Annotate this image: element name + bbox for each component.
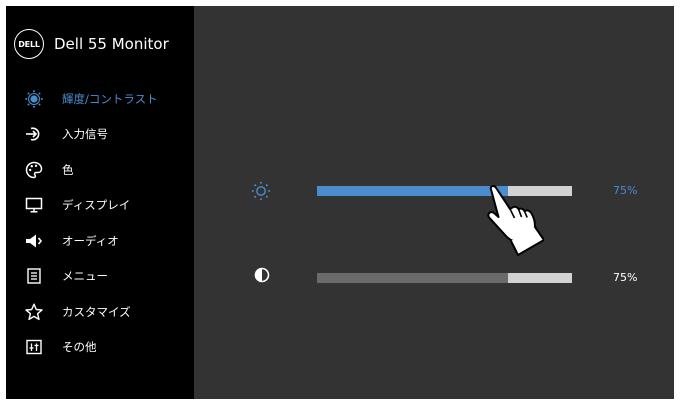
brightness-icon [251, 181, 271, 201]
hand-pointer-icon [487, 185, 544, 256]
menu-label-others: その他 [62, 340, 97, 355]
menu-label-display: ディスプレイ [62, 198, 131, 213]
main-menu: 輝度/コントラスト 入力信号 色 ディスプレイ オーディオ メニュー カスタマイ… [6, 81, 194, 365]
menu-label-input-source: 入力信号 [62, 127, 108, 142]
display-icon [25, 196, 43, 214]
menu-item-customize[interactable]: カスタマイズ [6, 294, 194, 330]
menu-item-color[interactable]: 色 [6, 152, 194, 188]
brightness-value: 75% [613, 184, 638, 197]
menu-label-brightness-contrast: 輝度/コントラスト [62, 91, 158, 106]
star-icon [25, 303, 43, 321]
menu-label-audio: オーディオ [62, 233, 119, 248]
monitor-title: Dell 55 Monitor [54, 35, 169, 53]
menu-item-brightness-contrast[interactable]: 輝度/コントラスト [6, 81, 194, 117]
contrast-slider[interactable] [317, 273, 572, 283]
brightness-icon [25, 89, 43, 108]
dell-logo: DELL [14, 29, 44, 59]
color-palette-icon [25, 161, 43, 179]
sidebar: DELL Dell 55 Monitor 輝度/コントラスト 入力信号 色 ディ… [6, 6, 194, 399]
osd-window: DELL Dell 55 Monitor 輝度/コントラスト 入力信号 色 ディ… [6, 6, 674, 399]
contrast-icon [254, 267, 270, 283]
menu-label-customize: カスタマイズ [62, 304, 131, 319]
menu-item-input-source[interactable]: 入力信号 [6, 117, 194, 153]
input-source-icon [25, 125, 43, 143]
menu-label-color: 色 [62, 162, 74, 177]
menu-label-menu: メニュー [62, 269, 108, 284]
menu-icon [25, 267, 43, 285]
settings-panel: 75% 75% [194, 6, 674, 399]
menu-item-audio[interactable]: オーディオ [6, 223, 194, 259]
menu-item-others[interactable]: その他 [6, 330, 194, 366]
brand: DELL Dell 55 Monitor [14, 27, 169, 61]
brightness-slider-fill [317, 186, 509, 196]
contrast-slider-fill [317, 273, 509, 283]
menu-item-menu[interactable]: メニュー [6, 259, 194, 295]
other-icon [25, 338, 43, 356]
speaker-icon [25, 232, 43, 250]
contrast-value: 75% [613, 271, 638, 284]
menu-item-display[interactable]: ディスプレイ [6, 188, 194, 224]
